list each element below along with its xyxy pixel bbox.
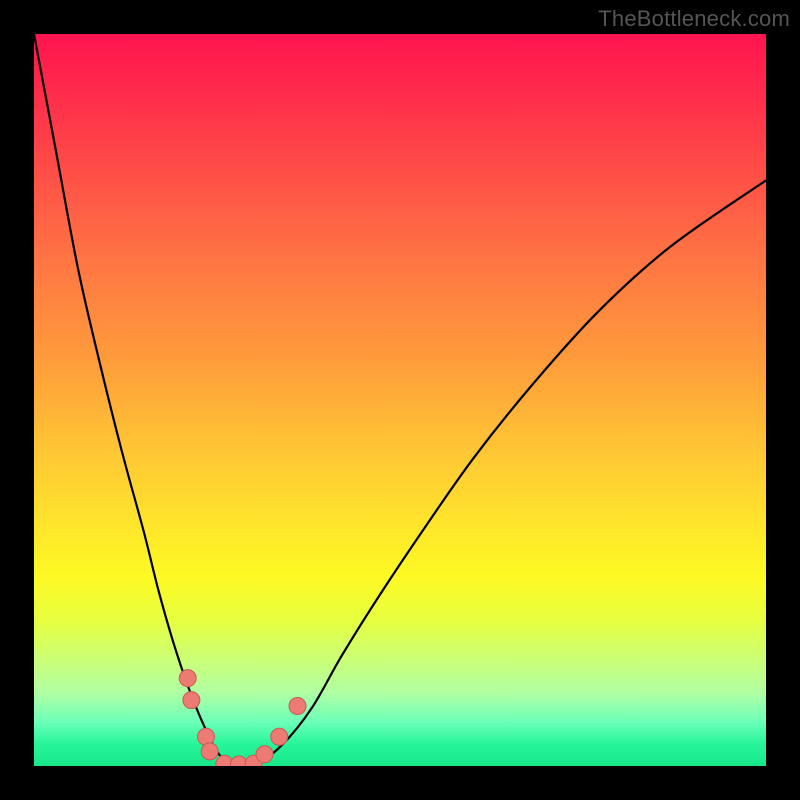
bottleneck-curve	[34, 34, 766, 766]
curve-marker	[183, 692, 200, 709]
curve-layer	[34, 34, 766, 766]
curve-marker	[289, 697, 306, 714]
curve-marker	[179, 670, 196, 687]
curve-marker	[271, 728, 288, 745]
curve-markers	[179, 670, 306, 766]
chart-stage: TheBottleneck.com	[0, 0, 800, 800]
curve-marker	[256, 746, 273, 763]
plot-area	[34, 34, 766, 766]
curve-marker	[201, 743, 218, 760]
watermark-text: TheBottleneck.com	[598, 6, 790, 32]
